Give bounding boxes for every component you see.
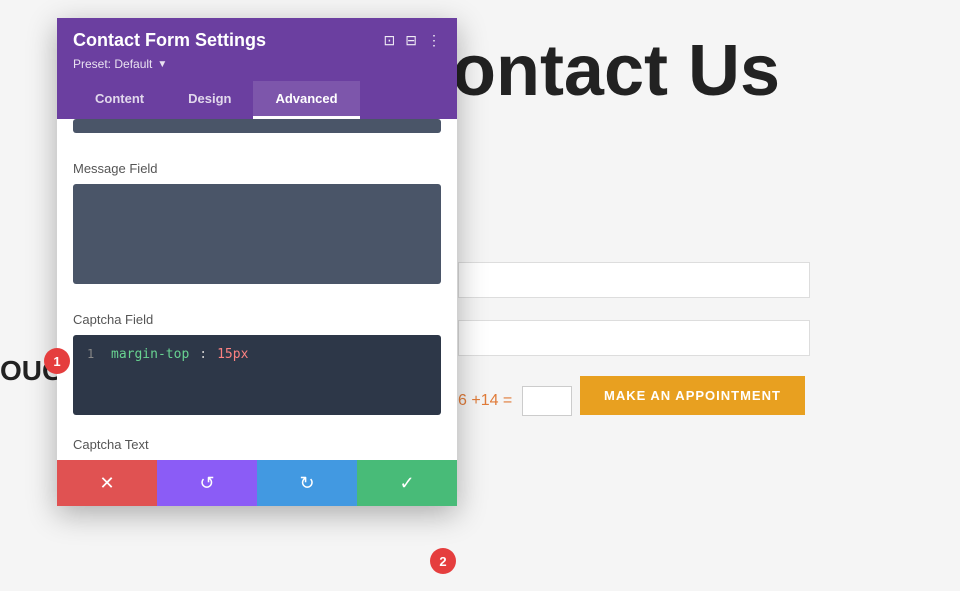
captcha-code-block[interactable]: 1 margin-top : 15px [73,335,441,415]
save-button[interactable]: ✓ [357,460,457,506]
preset-row: Preset: Default ▼ [73,57,441,71]
page-title: Contact Us [400,30,780,112]
message-field-preview [73,184,441,284]
captcha-expression: 6 +14 = [458,392,512,410]
tab-advanced[interactable]: Advanced [253,81,359,119]
message-field-label: Message Field [57,147,457,184]
expand-icon[interactable]: ⊡ [384,32,396,49]
badge-1: 1 [44,348,70,374]
modal-footer: ✕ ↺ ↻ ✓ [57,460,457,506]
cancel-button[interactable]: ✕ [57,460,157,506]
modal-body: Message Field Captcha Field 1 margin-top… [57,119,457,460]
line-number: 1 [87,347,101,361]
captcha-row: 6 +14 = [458,386,572,416]
make-appointment-button[interactable]: MAKE AN APPOINTMENT [580,376,805,415]
preset-label[interactable]: Preset: Default [73,57,152,71]
modal-header-icons: ⊡ ⊟ ⋮ [384,32,441,49]
code-line-1: 1 margin-top : 15px [87,347,427,362]
modal-title: Contact Form Settings [73,30,266,51]
preset-dropdown-arrow[interactable]: ▼ [157,59,167,70]
tab-content[interactable]: Content [73,81,166,119]
tabs-row: Content Design Advanced [73,81,441,119]
modal-header: Contact Form Settings ⊡ ⊟ ⋮ Preset: Defa… [57,18,457,119]
captcha-field-label: Captcha Field [57,298,457,335]
more-options-icon[interactable]: ⋮ [427,32,441,49]
code-colon: : [199,347,207,362]
badge-2: 2 [430,548,456,574]
tab-design[interactable]: Design [166,81,253,119]
redo-button[interactable]: ↻ [257,460,357,506]
captcha-text-label: Captcha Text [57,429,457,460]
captcha-answer-input[interactable] [522,386,572,416]
layout-icon[interactable]: ⊟ [405,32,417,49]
code-property: margin-top [111,347,189,362]
second-input[interactable] [458,320,810,356]
modal-title-row: Contact Form Settings ⊡ ⊟ ⋮ [73,30,441,51]
contact-form-settings-modal: Contact Form Settings ⊡ ⊟ ⋮ Preset: Defa… [57,18,457,506]
code-value: 15px [217,347,248,362]
top-field-preview [73,119,441,133]
address-input[interactable] [458,262,810,298]
undo-button[interactable]: ↺ [157,460,257,506]
